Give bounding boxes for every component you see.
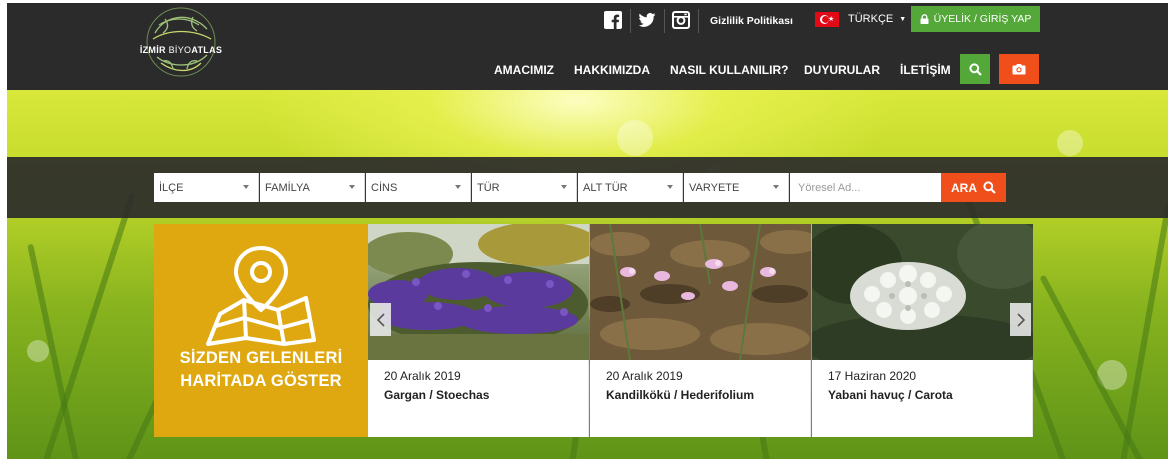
plant-photo-wild-carrot <box>812 224 1033 360</box>
family-select-label: FAMİLYA <box>265 181 310 194</box>
chevron-right-icon <box>1016 312 1025 327</box>
map-pin-icon <box>206 246 316 346</box>
species-select-label: TÜR <box>477 181 500 194</box>
header-search-button[interactable] <box>960 54 990 84</box>
instagram-icon[interactable] <box>671 10 691 30</box>
card-date: 17 Haziran 2020 <box>828 369 917 383</box>
card-plant-name: Kandilkökü / Hederifolium <box>606 388 755 402</box>
divider <box>698 9 699 33</box>
plant-photo-lavender <box>368 224 589 360</box>
twitter-icon[interactable] <box>637 10 657 30</box>
local-name-input[interactable] <box>790 173 941 202</box>
caret-down-icon <box>561 185 567 189</box>
variety-select[interactable]: VARYETE <box>684 173 789 202</box>
nav-item-iletisim[interactable]: İLETİŞİM <box>900 63 951 77</box>
map-tile-label: SİZDEN GELENLERİ HARİTADA GÖSTER <box>154 347 368 393</box>
map-tile-line-2: HARİTADA GÖSTER <box>180 372 342 390</box>
language-label: TÜRKÇE <box>848 13 894 25</box>
card-date: 20 Aralık 2019 <box>384 369 461 383</box>
nav-item-duyurular[interactable]: DUYURULAR <box>804 63 880 77</box>
caret-down-icon <box>243 185 249 189</box>
subspecies-select-label: ALT TÜR <box>583 181 628 194</box>
caret-down-icon <box>773 185 779 189</box>
logo-wordmark: İZMİR BİYOATLAS <box>139 45 223 55</box>
search-icon <box>968 62 982 76</box>
nav-item-amacimiz[interactable]: AMACIMIZ <box>494 63 554 77</box>
camera-icon <box>1012 64 1026 75</box>
plant-card-2[interactable]: 20 Aralık 2019 Kandilkökü / Hederifolium <box>590 224 811 437</box>
lock-icon <box>920 14 929 24</box>
carousel-next-button[interactable] <box>1010 303 1031 336</box>
card-plant-name: Gargan / Stoechas <box>384 388 490 402</box>
caret-down-icon <box>349 185 355 189</box>
page: İZMİR BİYOATLAS Gizlilik Politikası ★ TÜ… <box>0 0 1176 459</box>
site-logo[interactable]: İZMİR BİYOATLAS <box>135 3 227 81</box>
site-header: İZMİR BİYOATLAS Gizlilik Politikası ★ TÜ… <box>7 3 1168 90</box>
caret-down-icon <box>455 185 461 189</box>
variety-select-label: VARYETE <box>689 181 740 194</box>
card-date: 20 Aralık 2019 <box>606 369 683 383</box>
family-select[interactable]: FAMİLYA <box>260 173 365 202</box>
plant-card-1[interactable]: 20 Aralık 2019 Gargan / Stoechas <box>368 224 589 437</box>
login-register-button[interactable]: ÜYELİK / GİRİŞ YAP <box>911 6 1040 32</box>
caret-down-icon <box>667 185 673 189</box>
leaf-wreath-icon <box>146 7 216 77</box>
divider <box>664 9 665 33</box>
show-on-map-tile[interactable]: SİZDEN GELENLERİ HARİTADA GÖSTER <box>154 224 368 437</box>
language-select[interactable]: ★ TÜRKÇE ▼ <box>815 9 906 29</box>
district-select-label: İLÇE <box>159 181 184 194</box>
genus-select-label: CİNS <box>371 181 398 194</box>
search-icon <box>983 181 996 194</box>
plant-card-3[interactable]: 17 Haziran 2020 Yabani havuç / Carota <box>812 224 1033 437</box>
caret-down-icon: ▼ <box>899 15 907 23</box>
species-select[interactable]: TÜR <box>472 173 577 202</box>
header-camera-button[interactable] <box>999 54 1039 84</box>
privacy-policy-link[interactable]: Gizlilik Politikası <box>710 15 793 27</box>
nav-item-nasil-kullanilir[interactable]: NASIL KULLANILIR? <box>670 63 788 77</box>
map-tile-line-1: SİZDEN GELENLERİ <box>179 349 343 367</box>
carousel-prev-button[interactable] <box>370 303 391 336</box>
subspecies-select[interactable]: ALT TÜR <box>578 173 683 202</box>
search-button-label: ARA <box>951 180 977 195</box>
facebook-icon[interactable] <box>603 10 623 30</box>
nav-item-hakkimizda[interactable]: HAKKIMIZDA <box>574 63 650 77</box>
genus-select[interactable]: CİNS <box>366 173 471 202</box>
district-select[interactable]: İLÇE <box>154 173 259 202</box>
card-plant-name: Yabani havuç / Carota <box>828 388 953 402</box>
plant-photo-cyclamen <box>590 224 811 360</box>
search-button[interactable]: ARA <box>941 173 1006 202</box>
login-label: ÜYELİK / GİRİŞ YAP <box>933 13 1032 25</box>
turkey-flag-icon: ★ <box>815 11 839 27</box>
chevron-left-icon <box>376 312 385 327</box>
divider <box>630 9 631 33</box>
